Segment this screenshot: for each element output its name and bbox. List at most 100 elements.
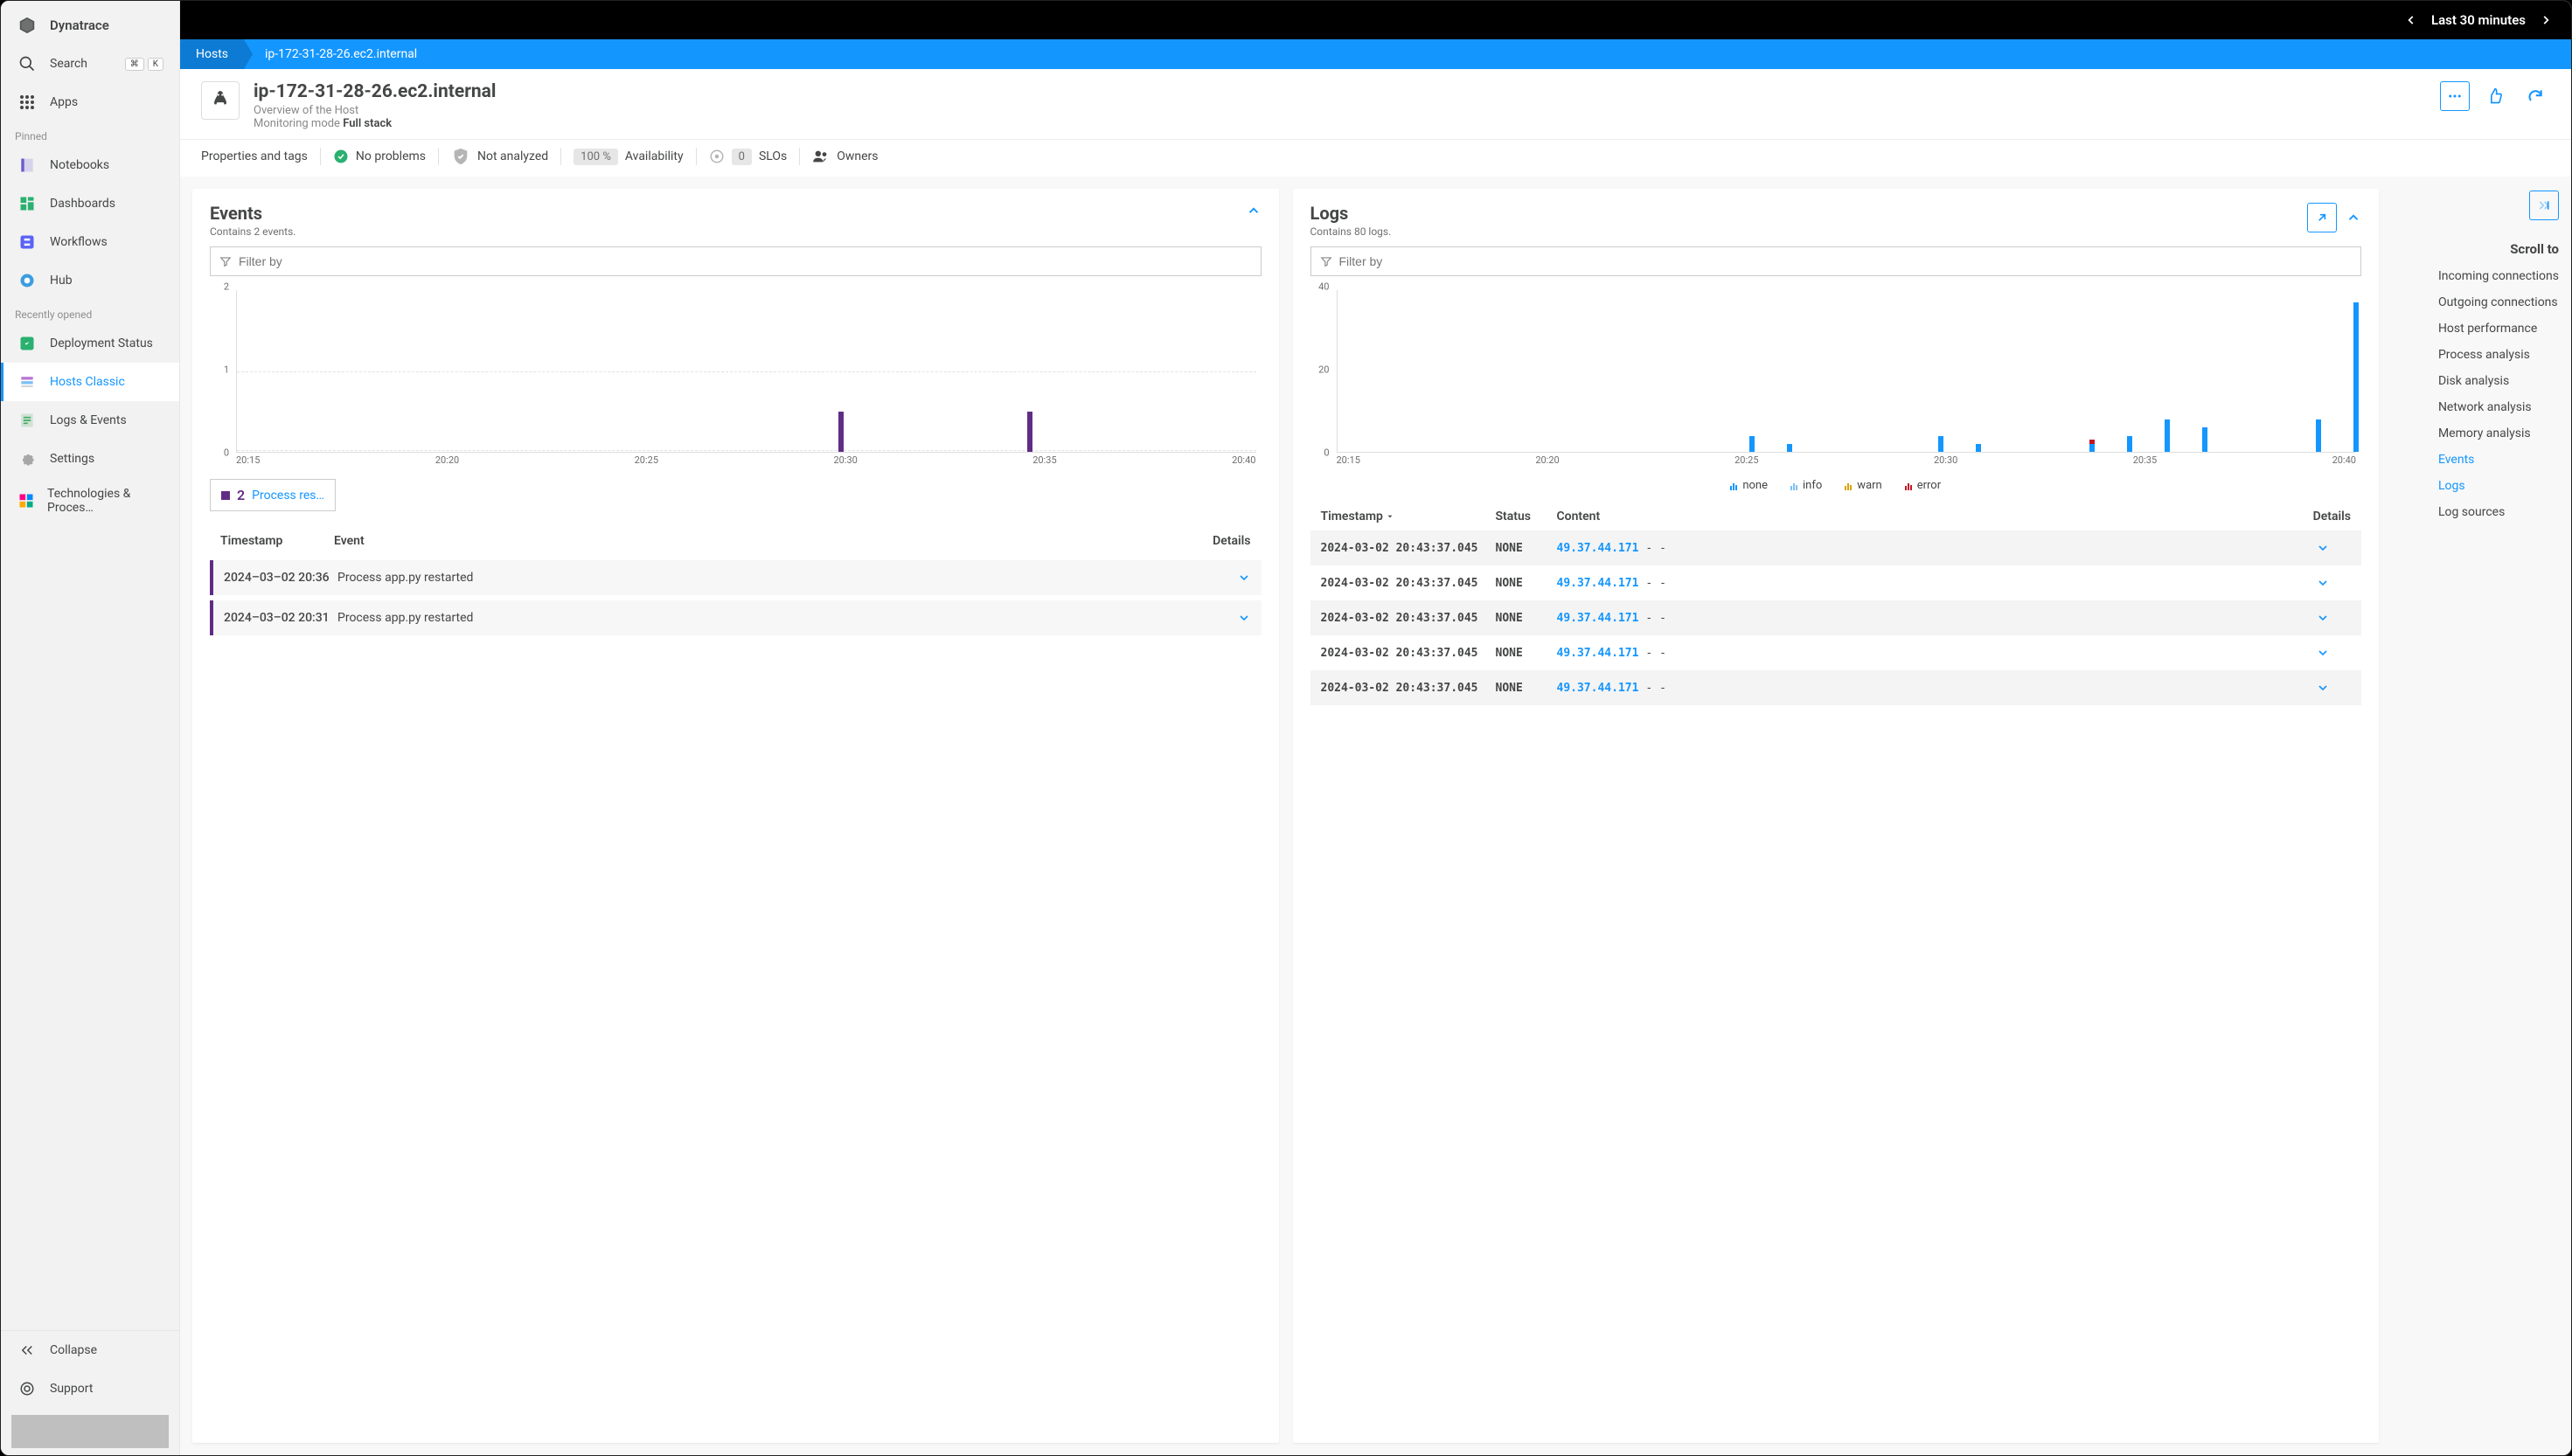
sidebar-collapse[interactable]: Collapse — [1, 1331, 179, 1369]
scroll-link[interactable]: Logs — [2438, 479, 2559, 493]
sidebar-support[interactable]: Support — [1, 1369, 179, 1408]
sidebar-item-deployment[interactable]: Deployment Status — [1, 324, 179, 363]
scroll-link[interactable]: Outgoing connections — [2438, 295, 2559, 309]
logs-expand-button[interactable] — [2307, 203, 2337, 232]
page-title: ip-172-31-28-26.ec2.internal — [254, 81, 496, 102]
timerange-prev[interactable] — [2405, 14, 2417, 26]
chevron-down-icon — [2316, 681, 2351, 695]
no-problems-chip[interactable]: No problems — [333, 149, 426, 164]
sidebar-item-settings[interactable]: Settings — [1, 440, 179, 478]
events-filter-input[interactable] — [210, 246, 1262, 276]
logs-filter-input[interactable] — [1310, 246, 2362, 276]
th-details[interactable]: Details — [1213, 534, 1250, 548]
legend-error[interactable]: error — [1905, 479, 1941, 492]
workflow-icon — [17, 232, 38, 253]
logs-collapse-toggle[interactable] — [2346, 203, 2361, 232]
breadcrumb-current[interactable]: ip-172-31-28-26.ec2.internal — [244, 39, 433, 69]
events-legend-chip[interactable]: 2 Process res… — [210, 479, 336, 511]
slo-chip[interactable]: 0 SLOs — [709, 149, 788, 165]
timerange-next[interactable] — [2540, 14, 2552, 26]
log-row[interactable]: 2024-03-02 20:43:37.045NONE49.37.44.171-… — [1310, 530, 2362, 565]
sidebar-item-notebooks[interactable]: Notebooks — [1, 146, 179, 184]
refresh-button[interactable] — [2520, 81, 2550, 111]
scroll-link[interactable]: Network analysis — [2438, 400, 2559, 414]
th-log-content[interactable]: Content — [1557, 510, 2299, 523]
hub-icon — [17, 270, 38, 291]
search-label: Search — [50, 57, 87, 71]
page-header: ip-172-31-28-26.ec2.internal Overview of… — [180, 69, 2571, 139]
brand[interactable]: Dynatrace — [1, 1, 179, 45]
scroll-nav-collapse[interactable] — [2529, 191, 2559, 220]
legend-warn[interactable]: warn — [1845, 479, 1881, 492]
more-actions-button[interactable] — [2440, 81, 2470, 111]
target-icon — [709, 149, 725, 164]
sidebar-search[interactable]: Search ⌘K — [1, 45, 179, 83]
log-row[interactable]: 2024-03-02 20:43:37.045NONE49.37.44.171-… — [1310, 565, 2362, 600]
sidebar-item-technologies[interactable]: Technologies & Proces… — [1, 478, 179, 523]
th-log-timestamp[interactable]: Timestamp — [1321, 510, 1496, 523]
th-log-status[interactable]: Status — [1496, 510, 1557, 523]
chevron-down-icon — [2316, 541, 2351, 555]
pinned-section-label: Pinned — [1, 121, 179, 146]
th-event[interactable]: Event — [334, 534, 1213, 548]
th-log-details[interactable]: Details — [2298, 510, 2351, 523]
collapse-icon — [17, 1340, 38, 1361]
scroll-link[interactable]: Incoming connections — [2438, 269, 2559, 283]
logs-legend: none info warn error — [1310, 479, 2362, 492]
sidebar-item-dashboards[interactable]: Dashboards — [1, 184, 179, 223]
scroll-link[interactable]: Log sources — [2438, 505, 2559, 519]
filter-icon — [219, 255, 232, 267]
sidebar-footer-pad — [11, 1415, 169, 1448]
properties-tags-link[interactable]: Properties and tags — [201, 149, 308, 163]
sidebar-item-hosts-classic[interactable]: Hosts Classic — [1, 363, 179, 401]
scroll-nav: Scroll to Incoming connectionsOutgoing c… — [2393, 189, 2559, 1443]
legend-info[interactable]: info — [1790, 479, 1822, 492]
thumbs-up-button[interactable] — [2480, 81, 2510, 111]
scroll-link[interactable]: Memory analysis — [2438, 426, 2559, 440]
th-timestamp[interactable]: Timestamp — [220, 534, 334, 548]
sidebar-item-hub[interactable]: Hub — [1, 261, 179, 300]
events-chart[interactable]: 012 20:1520:2020:2520:3020:3520:40 — [210, 287, 1262, 470]
sort-desc-icon — [1386, 512, 1394, 521]
notebook-icon — [17, 155, 38, 176]
timerange-label[interactable]: Last 30 minutes — [2431, 12, 2526, 28]
recent-section-label: Recently opened — [1, 300, 179, 324]
event-row[interactable]: 2024–03–02 20:36Process app.py restarted — [210, 560, 1262, 595]
events-collapse-toggle[interactable] — [1246, 203, 1262, 218]
logs-chart[interactable]: 02040 20:1520:2020:2520:3020:3520:40 — [1310, 287, 2362, 470]
status-bar: Properties and tags No problems Not anal… — [180, 139, 2571, 177]
page-subtitle: Overview of the Host — [254, 104, 496, 117]
legend-none[interactable]: none — [1730, 479, 1768, 492]
log-row[interactable]: 2024-03-02 20:43:37.045NONE49.37.44.171-… — [1310, 635, 2362, 670]
apps-grid-icon — [17, 92, 38, 113]
logs-subtitle: Contains 80 logs. — [1310, 225, 1392, 238]
availability-chip[interactable]: 100 % Availability — [573, 149, 683, 165]
log-row[interactable]: 2024-03-02 20:43:37.045NONE49.37.44.171-… — [1310, 670, 2362, 705]
scroll-link[interactable]: Disk analysis — [2438, 374, 2559, 388]
dynatrace-logo-icon — [17, 15, 38, 36]
check-circle-icon — [333, 149, 349, 164]
search-icon — [17, 53, 38, 74]
event-row[interactable]: 2024–03–02 20:31Process app.py restarted — [210, 600, 1262, 635]
events-card: Events Contains 2 events. 012 — [192, 189, 1279, 1443]
chevron-down-icon — [1237, 571, 1251, 585]
sidebar-item-workflows[interactable]: Workflows — [1, 223, 179, 261]
scroll-link[interactable]: Process analysis — [2438, 348, 2559, 362]
dashboard-icon — [17, 193, 38, 214]
monitoring-mode: Monitoring mode Full stack — [254, 117, 496, 130]
gear-icon — [17, 448, 38, 469]
scroll-link[interactable]: Events — [2438, 453, 2559, 467]
owners-chip[interactable]: Owners — [812, 149, 878, 163]
chevron-down-icon — [1237, 611, 1251, 625]
events-title: Events — [210, 203, 295, 224]
not-analyzed-chip[interactable]: Not analyzed — [451, 147, 548, 166]
host-os-icon — [201, 81, 240, 120]
chevron-down-icon — [2316, 611, 2351, 625]
hosts-icon — [17, 371, 38, 392]
sidebar-apps[interactable]: Apps — [1, 83, 179, 121]
scroll-link[interactable]: Host performance — [2438, 322, 2559, 336]
sidebar-item-logs-events[interactable]: Logs & Events — [1, 401, 179, 440]
breadcrumb-root[interactable]: Hosts — [180, 39, 244, 69]
sidebar: Dynatrace Search ⌘K Apps Pinned Notebook… — [1, 1, 180, 1455]
log-row[interactable]: 2024-03-02 20:43:37.045NONE49.37.44.171-… — [1310, 600, 2362, 635]
